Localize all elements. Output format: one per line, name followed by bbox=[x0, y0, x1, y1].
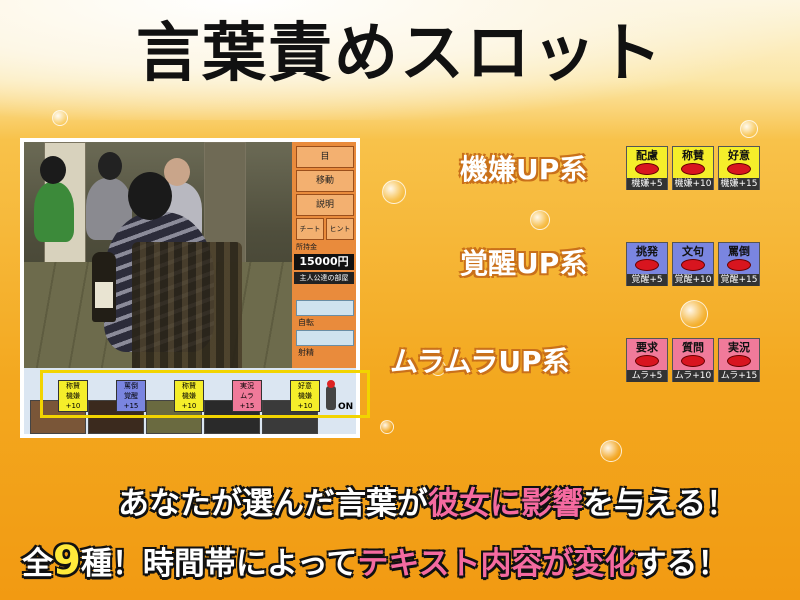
page-title: 言葉責めスロット bbox=[136, 16, 664, 91]
reel-tile[interactable]: 好意機嫌+10 bbox=[290, 380, 320, 412]
tagline-1-highlight: 彼女に影響 bbox=[428, 486, 583, 522]
bubble bbox=[600, 440, 622, 462]
lips-icon bbox=[681, 163, 705, 175]
reel-tile[interactable]: 称賛機嫌+10 bbox=[174, 380, 204, 412]
word-tile: 文句覚醒+10 bbox=[672, 242, 714, 286]
tagline-2-part: 全 bbox=[22, 546, 53, 582]
bubble bbox=[530, 210, 550, 230]
move-button[interactable]: 移動 bbox=[296, 170, 354, 192]
cheat-button[interactable]: チート bbox=[296, 218, 324, 240]
on-label: ON bbox=[338, 402, 354, 412]
word-tile: 要求ムラ+5 bbox=[626, 338, 668, 382]
word-tile-word: 罵倒 bbox=[728, 245, 750, 258]
bottle-label bbox=[95, 282, 113, 308]
gauge-label: 自転 bbox=[298, 318, 314, 327]
lips-icon bbox=[635, 163, 659, 175]
word-tile: 質問ムラ+10 bbox=[672, 338, 714, 382]
bubble bbox=[382, 180, 406, 204]
bubble bbox=[52, 110, 68, 126]
word-tile-value: ムラ+10 bbox=[673, 370, 713, 382]
reel-tile[interactable]: 罵倒覚醒+15 bbox=[116, 380, 146, 412]
word-tile: 実況ムラ+15 bbox=[718, 338, 760, 382]
character-head bbox=[128, 172, 172, 220]
character-head bbox=[98, 152, 122, 180]
word-tile-value: 覚醒+15 bbox=[719, 274, 759, 286]
word-tile-word: 配慮 bbox=[636, 149, 658, 162]
word-tile-word: 文句 bbox=[682, 245, 704, 258]
tagline-2-part: 種！時間帯によって bbox=[80, 546, 358, 582]
word-tile-value: 覚醒+10 bbox=[673, 274, 713, 286]
gauge-label: 射精 bbox=[298, 348, 314, 357]
tagline-2-highlight: テキスト内容が変化 bbox=[357, 546, 636, 582]
reel-tile-value: 機嫌+10 bbox=[65, 392, 81, 410]
word-tile-value: ムラ+5 bbox=[627, 370, 667, 382]
chair bbox=[132, 242, 242, 368]
reel-tile-value: 機嫌+10 bbox=[181, 392, 197, 410]
word-tile-word: 実況 bbox=[728, 341, 750, 354]
description-button[interactable]: 説明 bbox=[296, 194, 354, 216]
hint-button[interactable]: ヒント bbox=[326, 218, 354, 240]
reel-tile-value: ムラ+15 bbox=[239, 392, 255, 410]
word-tile-value: 機嫌+10 bbox=[673, 178, 713, 190]
word-tile-value: 機嫌+5 bbox=[627, 178, 667, 190]
game-side-panel: 目 移動 説明 ヒント チート 所持金 15000円 主人公達の部屋 自転 射精 bbox=[292, 142, 356, 368]
word-tile: 称賛機嫌+10 bbox=[672, 146, 714, 190]
reel-tile-word: 称賛 bbox=[66, 382, 80, 390]
lips-icon bbox=[681, 259, 705, 271]
gauge-bar bbox=[296, 300, 354, 316]
category-label-awaken: 覚醒UP系 bbox=[460, 247, 588, 280]
tagline-2: 全9種！時間帯によってテキスト内容が変化する！ bbox=[22, 538, 728, 584]
word-tile-word: 好意 bbox=[728, 149, 750, 162]
reel-tile-word: 罵倒 bbox=[124, 382, 138, 390]
word-tile-word: 称賛 bbox=[682, 149, 704, 162]
character-head bbox=[40, 156, 66, 184]
tagline-1-part: あなたが選んだ言葉が bbox=[118, 486, 428, 522]
tagline-1-part: を与える！ bbox=[583, 486, 738, 522]
word-tile: 好意機嫌+15 bbox=[718, 146, 760, 190]
bubble bbox=[740, 120, 758, 138]
word-tile-value: ムラ+15 bbox=[719, 370, 759, 382]
word-tile: 挑発覚醒+5 bbox=[626, 242, 668, 286]
lips-icon bbox=[635, 355, 659, 367]
word-tile-word: 質問 bbox=[682, 341, 704, 354]
eye-button[interactable]: 目 bbox=[296, 146, 354, 168]
reel-tile[interactable]: 称賛機嫌+10 bbox=[58, 380, 88, 412]
word-tile: 配慮機嫌+5 bbox=[626, 146, 668, 190]
category-label-mood: 機嫌UP系 bbox=[460, 153, 588, 186]
lips-icon bbox=[727, 259, 751, 271]
money-label: 所持金 bbox=[296, 243, 317, 251]
gauge-bar bbox=[296, 330, 354, 346]
tagline-2-number: 9 bbox=[53, 538, 81, 584]
tagline-1: あなたが選んだ言葉が彼女に影響を与える！ bbox=[118, 478, 737, 523]
word-tile-value: 覚醒+5 bbox=[627, 274, 667, 286]
reel-selection-frame bbox=[40, 370, 370, 418]
reel-tile-value: 覚醒+15 bbox=[123, 392, 139, 410]
lips-icon bbox=[727, 355, 751, 367]
tagline-2-part: する！ bbox=[635, 546, 729, 582]
room-label: 主人公達の部屋 bbox=[294, 272, 354, 284]
money-value: 15000円 bbox=[294, 254, 354, 270]
lips-icon bbox=[635, 259, 659, 271]
word-tile-word: 挑発 bbox=[636, 245, 658, 258]
reel-tile-word: 実況 bbox=[240, 382, 254, 390]
word-tile: 罵倒覚醒+15 bbox=[718, 242, 760, 286]
bubble bbox=[380, 420, 394, 434]
reel-tile[interactable]: 実況ムラ+15 bbox=[232, 380, 262, 412]
reel-tile-word: 称賛 bbox=[182, 382, 196, 390]
character bbox=[34, 182, 74, 242]
lips-icon bbox=[681, 355, 705, 367]
lips-icon bbox=[727, 163, 751, 175]
category-label-arousal: ムラムラUP系 bbox=[390, 345, 570, 378]
lever-handle[interactable] bbox=[326, 380, 336, 410]
word-tile-word: 要求 bbox=[636, 341, 658, 354]
word-tile-value: 機嫌+15 bbox=[719, 178, 759, 190]
game-scene bbox=[24, 142, 292, 368]
reel-tile-word: 好意 bbox=[298, 382, 312, 390]
bubble bbox=[680, 300, 708, 328]
reel-tile-value: 機嫌+10 bbox=[297, 392, 313, 410]
